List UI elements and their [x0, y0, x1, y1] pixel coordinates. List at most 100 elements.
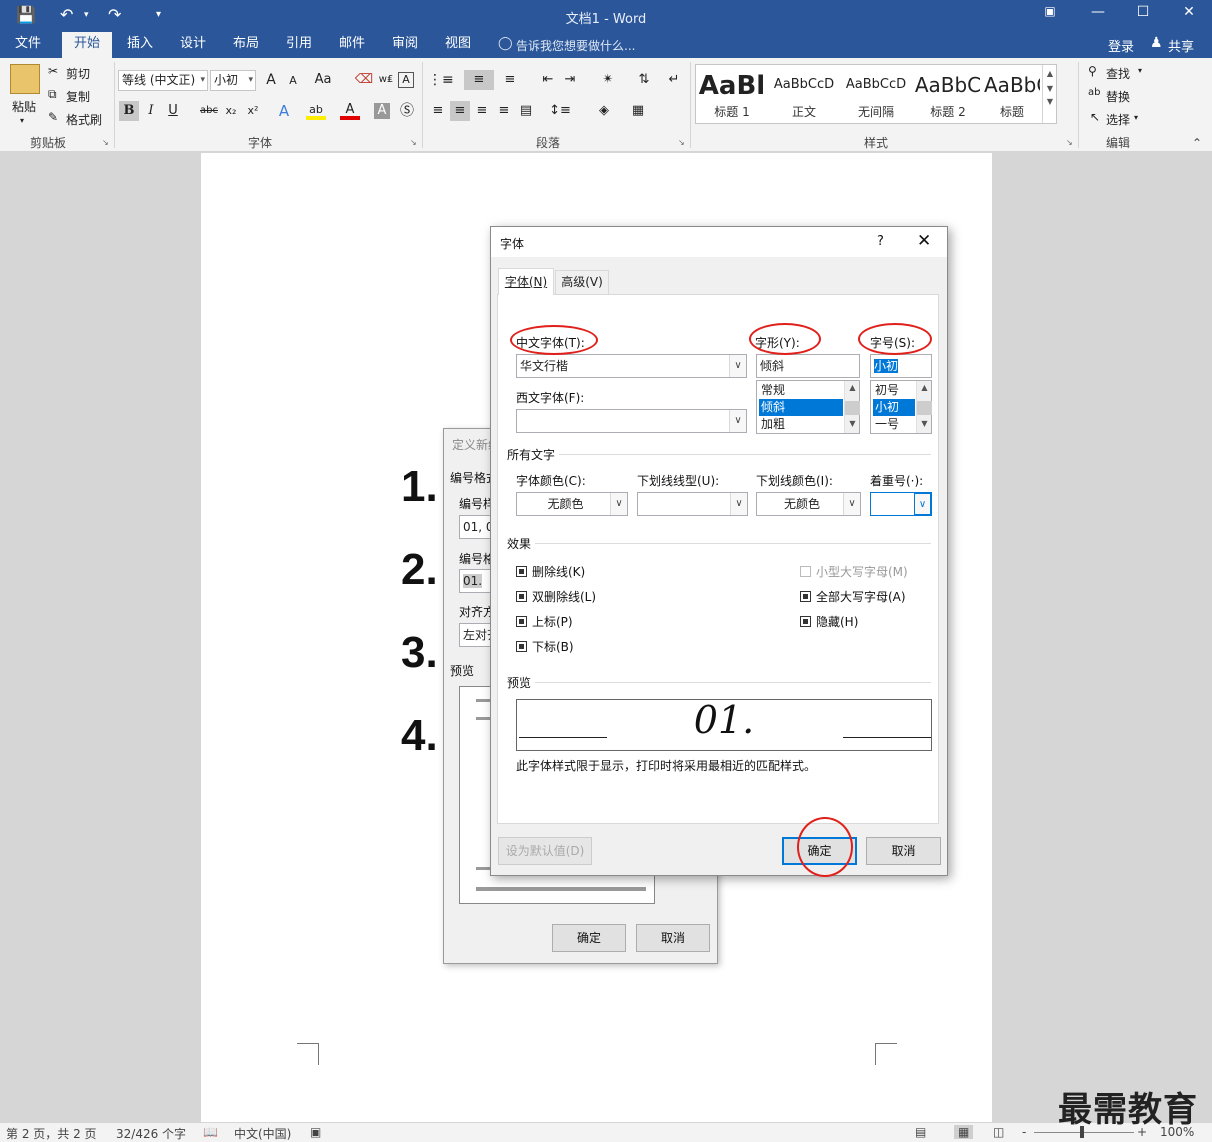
list-item[interactable]: 倾斜: [759, 399, 843, 416]
scroll-thumb[interactable]: [845, 401, 860, 415]
share-button[interactable]: 共享: [1168, 36, 1194, 55]
italic-button[interactable]: I: [141, 101, 161, 121]
show-marks-icon[interactable]: ↵: [664, 70, 684, 90]
paste-icon[interactable]: [10, 64, 40, 94]
list-item[interactable]: 初号: [873, 382, 915, 399]
minimize-icon[interactable]: —: [1084, 4, 1112, 20]
scrollbar[interactable]: ▲ ▼: [916, 381, 932, 433]
decrease-indent-icon[interactable]: ⇤: [538, 70, 558, 90]
scroll-up-icon[interactable]: ▲: [845, 383, 860, 392]
phonetic-guide-icon[interactable]: w₤: [376, 70, 396, 90]
set-default-button[interactable]: 设为默认值(D): [498, 837, 592, 865]
language-indicator[interactable]: 中文(中国): [234, 1125, 291, 1142]
zoom-slider[interactable]: [1034, 1132, 1134, 1133]
style-normal[interactable]: AaBbCcD 正文: [768, 65, 840, 123]
style-title[interactable]: AaBbC 标题: [984, 65, 1040, 123]
find-icon[interactable]: ⚲: [1088, 64, 1097, 78]
enclose-characters-icon[interactable]: Ⓢ: [397, 101, 417, 121]
replace-icon[interactable]: ab: [1088, 87, 1100, 98]
chinese-font-combo[interactable]: 华文行楷 ∨: [516, 354, 747, 378]
sign-in-link[interactable]: 登录: [1108, 36, 1134, 55]
paste-button[interactable]: 粘贴: [12, 98, 36, 115]
ribbon-display-options-icon[interactable]: ▣: [1036, 4, 1064, 18]
cancel-button[interactable]: 取消: [636, 924, 710, 952]
small-caps-checkbox[interactable]: 小型大写字母(M): [800, 563, 908, 580]
maximize-icon[interactable]: ☐: [1129, 4, 1157, 20]
emphasis-mark-combo[interactable]: ∨: [870, 492, 932, 516]
scrollbar[interactable]: ▲ ▼: [844, 381, 860, 433]
superscript-checkbox[interactable]: 上标(P): [516, 613, 573, 630]
borders-icon[interactable]: ▦: [624, 101, 652, 121]
select-button[interactable]: 选择: [1106, 111, 1130, 128]
font-color-combo[interactable]: 无颜色 ∨: [516, 492, 628, 516]
align-left-icon[interactable]: ≡: [428, 101, 448, 121]
change-case-button[interactable]: Aa: [310, 70, 336, 90]
list-item[interactable]: 常规: [759, 382, 843, 399]
all-caps-checkbox[interactable]: 全部大写字母(A): [800, 588, 906, 605]
tell-me-search[interactable]: 告诉我您想要做什么...: [516, 37, 635, 54]
underline-color-combo[interactable]: 无颜色 ∨: [756, 492, 861, 516]
text-effects-icon[interactable]: A: [274, 101, 294, 121]
cancel-button[interactable]: 取消: [866, 837, 941, 865]
chinese-layout-icon[interactable]: ✴: [594, 70, 622, 90]
character-border-icon[interactable]: A: [398, 72, 414, 88]
close-icon[interactable]: ✕: [917, 231, 931, 251]
clipboard-launcher-icon[interactable]: ↘: [102, 138, 109, 147]
find-dropdown-icon[interactable]: ▾: [1138, 66, 1142, 75]
superscript-button[interactable]: x²: [243, 101, 263, 121]
list-item[interactable]: 小初: [873, 399, 915, 416]
clear-formatting-icon[interactable]: ⌫: [354, 70, 374, 90]
strikethrough-button[interactable]: abc: [197, 101, 221, 121]
tab-review[interactable]: 审阅: [383, 32, 427, 58]
copy-icon[interactable]: ⧉: [48, 87, 57, 102]
shading-icon[interactable]: ◈: [590, 101, 618, 121]
gallery-more-icon[interactable]: ▼: [1043, 97, 1057, 106]
collapse-ribbon-icon[interactable]: ⌃: [1192, 136, 1202, 150]
tab-view[interactable]: 视图: [436, 32, 480, 58]
increase-indent-icon[interactable]: ⇥: [560, 70, 580, 90]
western-font-combo[interactable]: ∨: [516, 409, 747, 433]
tab-home[interactable]: 开始: [62, 32, 112, 58]
tab-insert[interactable]: 插入: [118, 32, 162, 58]
tab-design[interactable]: 设计: [171, 32, 215, 58]
strikethrough-checkbox[interactable]: 删除线(K): [516, 563, 585, 580]
select-dropdown-icon[interactable]: ▾: [1134, 113, 1138, 122]
list-item[interactable]: 一号: [873, 416, 915, 433]
scroll-down-icon[interactable]: ▼: [917, 419, 932, 428]
cut-icon[interactable]: ✂: [48, 64, 58, 78]
print-layout-icon[interactable]: ▦: [954, 1125, 974, 1139]
web-layout-icon[interactable]: ◫: [993, 1125, 1004, 1139]
tab-references[interactable]: 引用: [277, 32, 321, 58]
tab-layout[interactable]: 布局: [224, 32, 268, 58]
font-launcher-icon[interactable]: ↘: [410, 138, 417, 147]
tab-mailings[interactable]: 邮件: [330, 32, 374, 58]
hidden-checkbox[interactable]: 隐藏(H): [800, 613, 858, 630]
select-icon[interactable]: ↖: [1090, 110, 1100, 124]
scroll-down-icon[interactable]: ▼: [845, 419, 860, 428]
gallery-scroll[interactable]: ▲ ▼ ▼: [1042, 65, 1057, 123]
scroll-up-icon[interactable]: ▲: [1043, 69, 1057, 78]
tab-advanced[interactable]: 高级(V): [555, 270, 609, 294]
copy-button[interactable]: 复制: [66, 88, 90, 105]
font-style-list[interactable]: 常规 倾斜 加粗 ▲ ▼: [756, 380, 860, 434]
sort-icon[interactable]: ⇅: [634, 70, 654, 90]
scroll-thumb[interactable]: [917, 401, 932, 415]
ok-button[interactable]: 确定: [552, 924, 626, 952]
numbering-icon[interactable]: ≡: [464, 70, 494, 90]
share-icon[interactable]: ♟: [1150, 35, 1163, 51]
format-painter-button[interactable]: 格式刷: [66, 111, 102, 128]
underline-style-combo[interactable]: ∨: [637, 492, 748, 516]
font-color-icon[interactable]: A: [340, 100, 360, 120]
style-heading-2[interactable]: AaBbC 标题 2: [912, 65, 984, 123]
justify-icon[interactable]: ≡: [494, 101, 514, 121]
font-size-field[interactable]: 小初: [870, 354, 932, 378]
grow-font-button[interactable]: A: [261, 70, 281, 90]
help-button[interactable]: ?: [877, 234, 884, 249]
cut-button[interactable]: 剪切: [66, 65, 90, 82]
word-count[interactable]: 32/426 个字: [116, 1125, 186, 1142]
highlight-icon[interactable]: ab: [306, 100, 326, 120]
paragraph-launcher-icon[interactable]: ↘: [678, 138, 685, 147]
read-mode-icon[interactable]: ▤: [915, 1125, 926, 1139]
distributed-icon[interactable]: ▤: [516, 101, 536, 121]
paste-dropdown-icon[interactable]: ▾: [20, 116, 24, 125]
